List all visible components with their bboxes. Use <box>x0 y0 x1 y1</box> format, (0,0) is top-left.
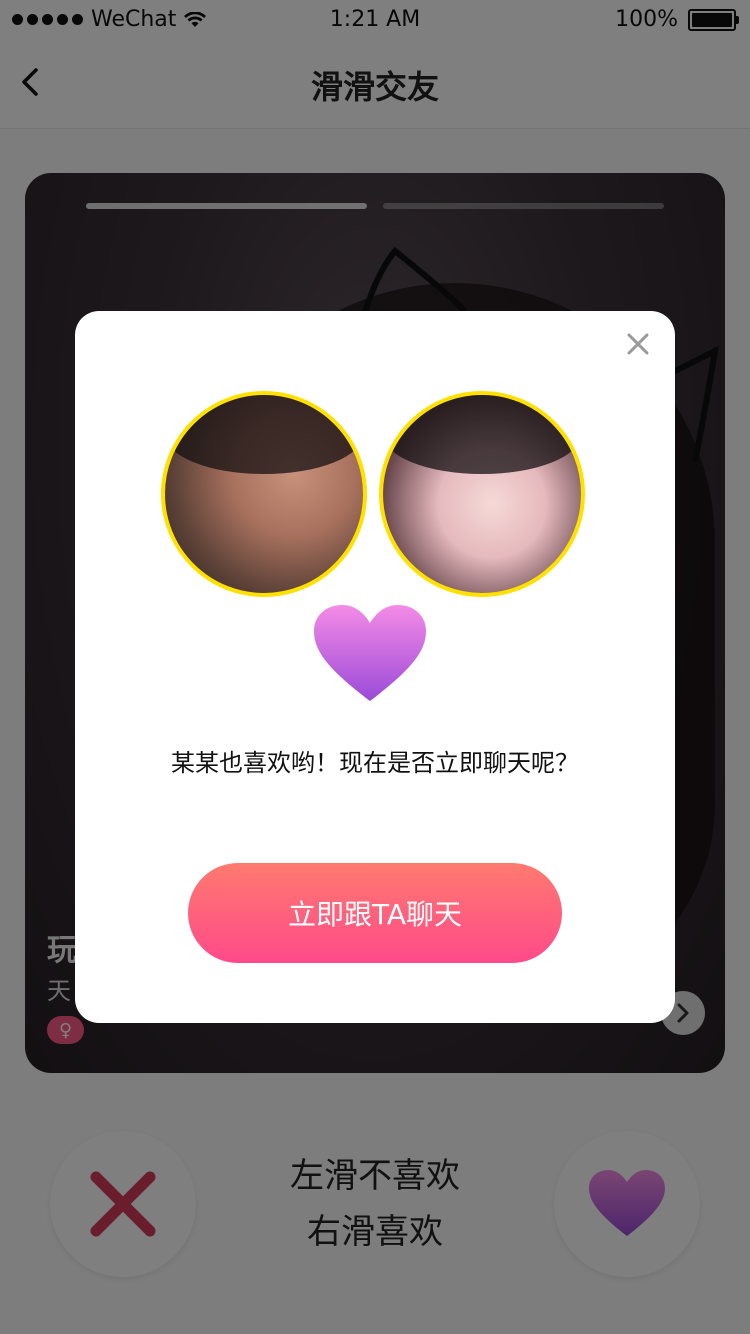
chat-now-button[interactable]: 立即跟TA聊天 <box>188 863 562 963</box>
match-message: 某某也喜欢哟！现在是否立即聊天呢？ <box>171 749 579 777</box>
match-avatar <box>379 391 585 597</box>
heart-icon <box>314 605 426 701</box>
my-avatar <box>161 391 367 597</box>
hair-shape <box>383 395 581 475</box>
match-modal: 某某也喜欢哟！现在是否立即聊天呢？ 立即跟TA聊天 <box>75 311 675 1023</box>
hair-shape <box>165 395 363 475</box>
close-icon[interactable] <box>621 327 655 361</box>
chat-now-label: 立即跟TA聊天 <box>287 898 463 931</box>
